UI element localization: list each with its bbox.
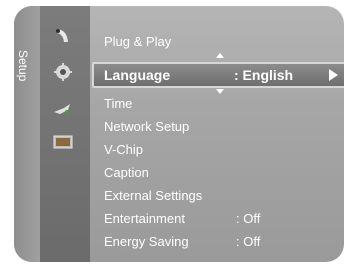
menu-list: Plug & Play Language : English Time Netw… [90, 6, 344, 262]
menu-item-label: V-Chip [104, 142, 144, 157]
setup-menu-panel: Setup Plug & Play Language: English Tim… [14, 6, 344, 262]
satellite-dish-icon[interactable] [52, 26, 74, 46]
section-strip: Setup [14, 6, 40, 262]
menu-item-label: Caption [104, 165, 149, 180]
menu-item-label: Plug & Play [104, 34, 172, 49]
chevron-right-icon [329, 69, 338, 81]
menu-item-label: Network Setup [104, 119, 190, 134]
menu-item-label: External Settings [104, 188, 203, 203]
menu-item-language[interactable]: Language : English [92, 62, 344, 88]
menu-item-plug-and-play[interactable]: Plug & Play [104, 32, 171, 52]
menu-item-network-setup[interactable]: Network Setup [104, 117, 189, 137]
scroll-down-arrow-icon[interactable] [216, 89, 224, 94]
menu-item-time[interactable]: Time [104, 94, 132, 114]
menu-item-entertainment[interactable]: Entertainment : Off [104, 209, 324, 229]
scroll-up-arrow-icon[interactable] [216, 53, 224, 58]
section-label: Setup [16, 50, 30, 82]
menu-item-label: Language [104, 67, 171, 83]
menu-item-external-settings[interactable]: External Settings [104, 186, 202, 206]
input-plug-icon[interactable] [52, 100, 74, 120]
menu-item-value: : Off [236, 234, 261, 249]
menu-item-value: : Off [236, 211, 261, 226]
gear-icon[interactable] [52, 62, 74, 82]
menu-item-label: Energy Saving [104, 234, 189, 249]
menu-item-value: : English [234, 67, 294, 83]
menu-item-energy-saving[interactable]: Energy Saving : Off [104, 232, 324, 252]
menu-item-label: Entertainment [104, 211, 185, 226]
tv-osd-screen: Setup Plug & Play Language: English Tim… [0, 0, 356, 268]
category-icon-column [40, 6, 116, 262]
menu-item-label: Time [104, 96, 133, 111]
screen-icon[interactable] [52, 132, 74, 152]
menu-item-caption[interactable]: Caption [104, 163, 149, 183]
menu-item-v-chip[interactable]: V-Chip [104, 140, 143, 160]
